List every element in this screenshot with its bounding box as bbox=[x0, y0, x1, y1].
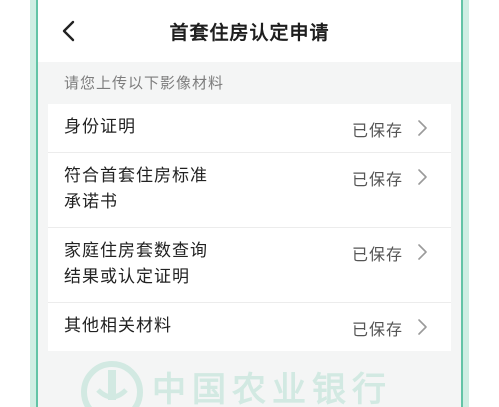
bank-logo-icon bbox=[81, 361, 143, 407]
section-label: 请您上传以下影像材料 bbox=[64, 74, 225, 92]
list-item-label: 身份证明 bbox=[64, 117, 136, 137]
list-item-label: 家庭住房套数查询结果或认定证明 bbox=[64, 241, 208, 287]
chevron-right-icon bbox=[418, 120, 427, 136]
frame-left-border bbox=[30, 0, 38, 407]
status-saved: 已保存 bbox=[351, 170, 403, 189]
list-item-commitment[interactable]: 符合首套住房标准承诺书 已保存 bbox=[48, 153, 451, 228]
nav-header: 首套住房认定申请 bbox=[38, 0, 461, 62]
bank-name-watermark: 中国农业银行 bbox=[152, 370, 392, 407]
list-item-label: 符合首套住房标准承诺书 bbox=[64, 166, 208, 212]
list-item-housing-query[interactable]: 家庭住房套数查询结果或认定证明 已保存 bbox=[48, 228, 451, 303]
chevron-right-icon bbox=[418, 319, 427, 335]
list-item-label: 其他相关材料 bbox=[64, 316, 172, 336]
page-title: 首套住房认定申请 bbox=[169, 22, 330, 44]
chevron-right-icon bbox=[418, 244, 427, 260]
bank-watermark: 中国农业银行 bbox=[78, 358, 458, 407]
status-saved: 已保存 bbox=[351, 121, 403, 140]
status-saved: 已保存 bbox=[351, 245, 403, 264]
materials-list: 身份证明 已保存 符合首套住房标准承诺书 已保存 家庭住房套数查询结果或认定证明… bbox=[48, 104, 451, 351]
chevron-right-icon bbox=[418, 169, 427, 185]
list-item-identity[interactable]: 身份证明 已保存 bbox=[48, 104, 451, 153]
status-saved: 已保存 bbox=[351, 320, 403, 339]
frame-right-border bbox=[461, 0, 469, 407]
list-item-other[interactable]: 其他相关材料 已保存 bbox=[48, 303, 451, 351]
app-screen: 首套住房认定申请 请您上传以下影像材料 身份证明 已保存 符合首套住房标准承诺书… bbox=[38, 0, 461, 407]
